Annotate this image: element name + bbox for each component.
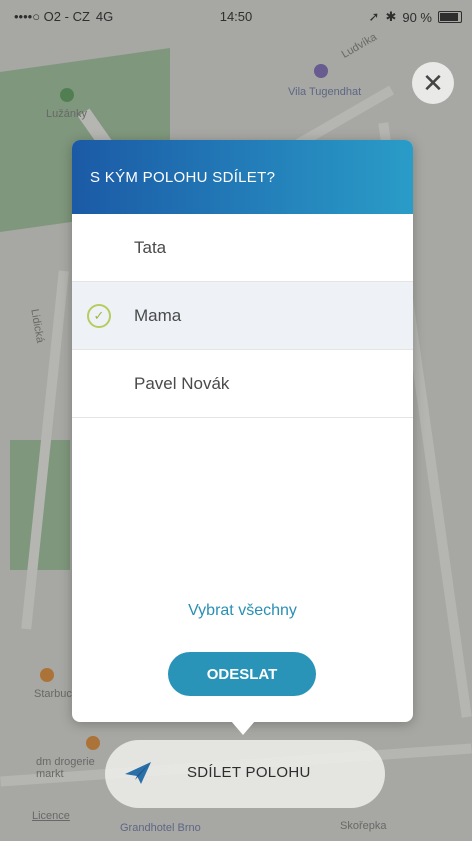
status-bar: ••••○ O2 - CZ 4G 14:50 ➚ ✱ 90 % <box>0 0 472 32</box>
contact-item-tata[interactable]: Tata <box>72 214 413 282</box>
close-button[interactable]: ✕ <box>412 62 454 104</box>
send-button[interactable]: ODESLAT <box>168 652 316 696</box>
screen: Lužánky Vila Tugendhat Ludvíka Lidická G… <box>0 0 472 841</box>
share-location-label: SDÍLET POLOHU <box>187 764 311 781</box>
battery-icon <box>438 11 462 23</box>
close-icon: ✕ <box>422 67 444 98</box>
battery-label: 90 % <box>402 9 432 25</box>
contact-name: Pavel Novák <box>134 373 230 393</box>
bluetooth-icon: ✱ <box>385 9 397 24</box>
dialog-header: S KÝM POLOHU SDÍLET? <box>72 140 413 214</box>
contact-item-mama[interactable]: ✓ Mama <box>72 282 413 350</box>
contact-name: Mama <box>134 305 182 325</box>
share-location-button[interactable]: SDÍLET POLOHU <box>105 740 385 808</box>
paper-plane-icon <box>125 762 151 784</box>
dialog-pointer <box>231 721 255 735</box>
share-location-dialog: S KÝM POLOHU SDÍLET? Tata ✓ Mama Pavel N… <box>72 140 413 722</box>
contact-name: Tata <box>134 237 167 257</box>
check-circle-icon: ✓ <box>87 303 111 328</box>
contact-item-pavel-novak[interactable]: Pavel Novák <box>72 350 413 418</box>
location-arrow-icon: ➚ <box>368 9 380 24</box>
status-right: ➚ ✱ 90 % <box>369 9 462 25</box>
dialog-title: S KÝM POLOHU SDÍLET? <box>90 168 276 186</box>
select-all-link[interactable]: Vybrat všechny <box>72 602 413 620</box>
